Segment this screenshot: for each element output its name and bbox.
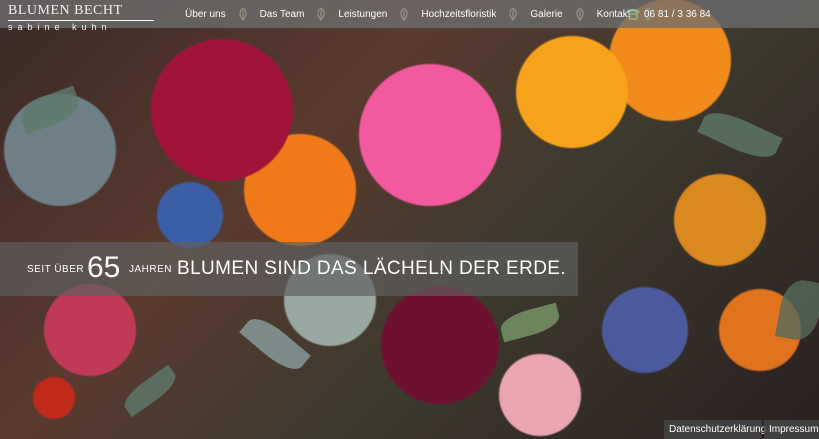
- nav-item-hochzeitsfloristik[interactable]: Hochzeitsfloristik: [416, 9, 501, 20]
- slogan-suffix: JAHREN: [129, 264, 173, 275]
- slogan-prefix: SEIT ÜBER: [27, 264, 85, 275]
- nav-item-leistungen[interactable]: Leistungen: [333, 9, 392, 20]
- nav-item-ueber-uns[interactable]: Über uns: [180, 9, 231, 20]
- leaf-ornament-icon: [509, 7, 517, 21]
- top-navigation-bar: BLUMEN BECHT sabine kuhn Über uns Das Te…: [0, 0, 819, 32]
- logo-divider: [8, 20, 154, 21]
- phone-contact[interactable]: 06 81 / 3 36 84: [626, 0, 711, 28]
- phone-number: 06 81 / 3 36 84: [644, 8, 711, 20]
- hero-flower-image: [0, 0, 819, 439]
- slogan-text: BLUMEN SIND DAS LÄCHELN DER ERDE.: [177, 258, 567, 279]
- imprint-link[interactable]: Impressum: [764, 420, 819, 439]
- leaf-ornament-icon: [576, 7, 584, 21]
- slogan-band: SEIT ÜBER 65 JAHREN BLUMEN SIND DAS LÄCH…: [0, 242, 578, 296]
- privacy-policy-link[interactable]: Datenschutzerklärung: [664, 420, 766, 439]
- leaf-ornament-icon: [400, 7, 408, 21]
- nav-item-das-team[interactable]: Das Team: [255, 9, 310, 20]
- leaf-ornament-icon: [239, 7, 247, 21]
- slogan-years-number: 65: [87, 251, 121, 284]
- main-nav: Über uns Das Team Leistungen Hochzeitsfl…: [180, 0, 660, 28]
- logo-name: BLUMEN BECHT: [8, 3, 123, 18]
- leaf-ornament-icon: [317, 7, 325, 21]
- nav-item-galerie[interactable]: Galerie: [525, 9, 567, 20]
- site-logo[interactable]: BLUMEN BECHT sabine kuhn: [8, 3, 154, 32]
- phone-icon: [626, 9, 640, 20]
- logo-subtitle: sabine kuhn: [8, 22, 112, 32]
